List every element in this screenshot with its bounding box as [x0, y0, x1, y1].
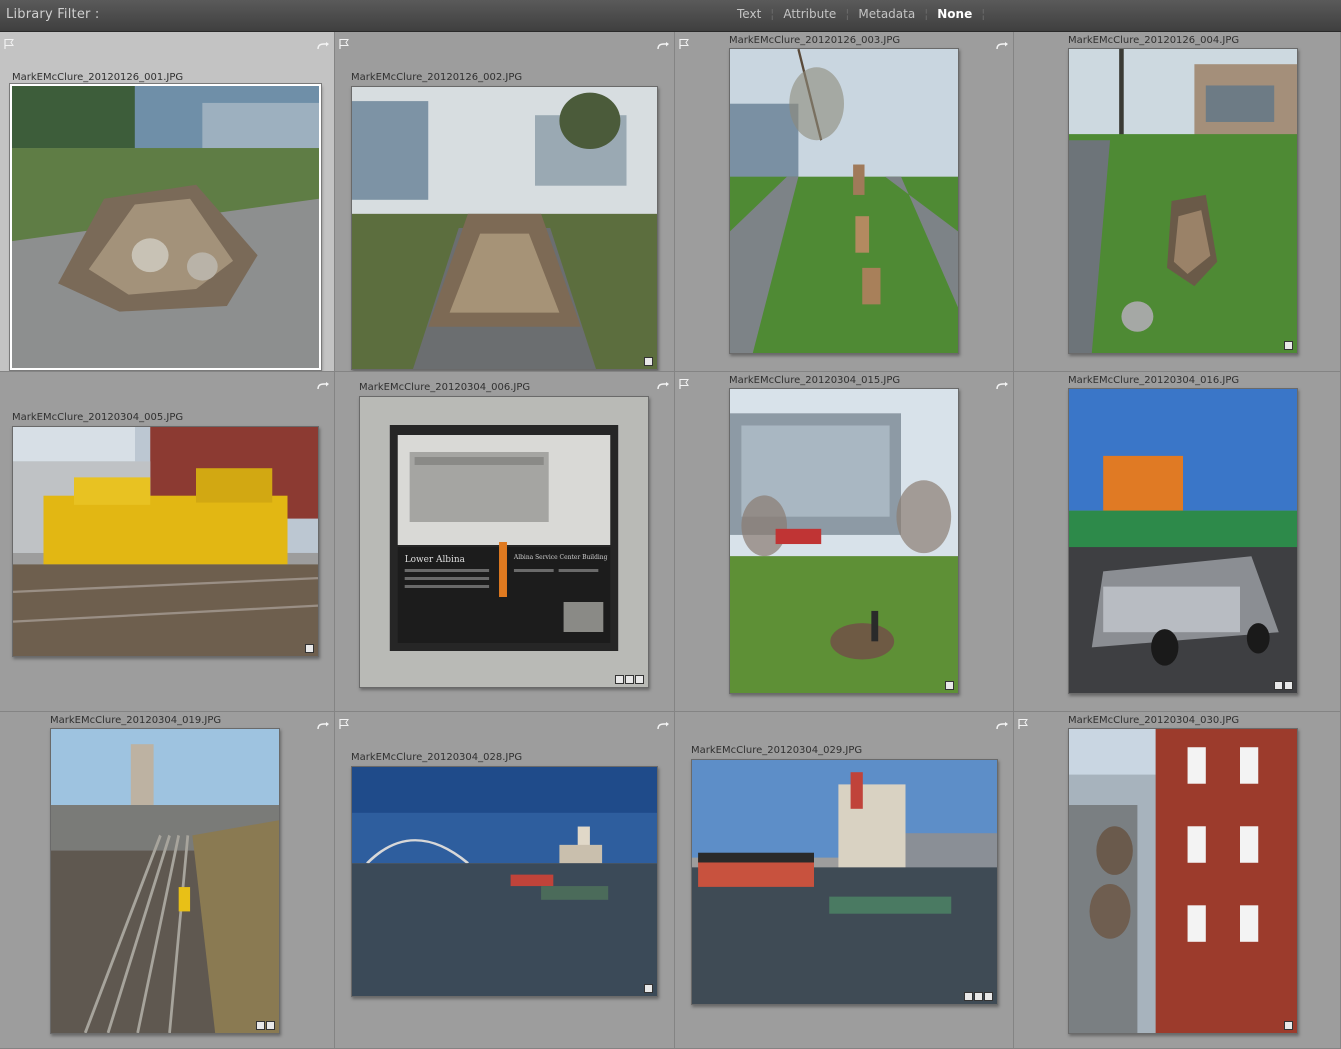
thumbnail-image[interactable] [351, 766, 658, 997]
metadata-badge-icon[interactable] [1274, 681, 1283, 690]
flag-icon[interactable] [338, 35, 350, 49]
library-filter-title: Library Filter : [6, 7, 100, 22]
filter-tabs: Text ¦ Attribute ¦ Metadata ¦ None ¦ [728, 7, 985, 21]
thumbnail-cell[interactable]: MarkEMcClure_20120304_015.JPG [675, 372, 1014, 712]
rotate-icon[interactable] [656, 377, 670, 390]
thumbnail-grid: MarkEMcClure_20120126_001.JPG MarkEMcClu… [0, 32, 1341, 1049]
rotate-icon[interactable] [656, 717, 670, 730]
thumbnail-filename: MarkEMcClure_20120304_030.JPG [1068, 715, 1240, 726]
thumbnail-image[interactable] [12, 426, 319, 657]
flag-icon[interactable] [338, 715, 350, 729]
filter-tab-none[interactable]: None [928, 7, 981, 21]
thumbnail-cell[interactable]: MarkEMcClure_20120126_001.JPG [0, 32, 335, 372]
metadata-badge-icon[interactable] [256, 1021, 265, 1030]
thumbnail-cell[interactable]: MarkEMcClure_20120304_006.JPG Lower Albi… [335, 372, 675, 712]
rotate-icon[interactable] [656, 37, 670, 50]
metadata-badges [1284, 341, 1293, 350]
metadata-badge-icon[interactable] [1284, 341, 1293, 350]
metadata-badge-icon[interactable] [1284, 681, 1293, 690]
thumbnail-image[interactable] [1068, 388, 1298, 694]
thumbnail-cell[interactable]: MarkEMcClure_20120304_029.JPG [675, 712, 1014, 1049]
thumbnail-filename: MarkEMcClure_20120304_006.JPG [359, 382, 531, 393]
filter-tab-text[interactable]: Text [728, 7, 770, 21]
metadata-badge-icon[interactable] [945, 681, 954, 690]
thumbnail-filename: MarkEMcClure_20120126_002.JPG [351, 72, 523, 83]
metadata-badges [1274, 681, 1293, 690]
rotate-icon[interactable] [316, 717, 330, 730]
rotate-icon[interactable] [995, 377, 1009, 390]
metadata-badge-icon[interactable] [644, 357, 653, 366]
thumbnail-image[interactable] [50, 728, 280, 1034]
thumbnail-image[interactable] [729, 388, 959, 694]
thumbnail-filename: MarkEMcClure_20120126_001.JPG [12, 72, 184, 83]
filter-separator: ¦ [981, 7, 986, 21]
metadata-badges [644, 984, 653, 993]
thumbnail-filename: MarkEMcClure_20120304_029.JPG [691, 745, 863, 756]
metadata-badges [615, 675, 644, 684]
sign-heading: Lower Albina [405, 555, 466, 565]
thumbnail-image[interactable] [1068, 48, 1298, 354]
thumbnail-image[interactable]: Lower Albina Albina Service Center Build… [359, 396, 649, 688]
thumbnail-cell[interactable]: MarkEMcClure_20120304_016.JPG [1014, 372, 1341, 712]
thumbnail-filename: MarkEMcClure_20120304_019.JPG [50, 715, 222, 726]
rotate-icon[interactable] [995, 717, 1009, 730]
thumbnail-image[interactable] [691, 759, 998, 1005]
thumbnail-cell[interactable]: MarkEMcClure_20120304_030.JPG [1014, 712, 1341, 1049]
flag-icon[interactable] [678, 375, 690, 389]
thumbnail-filename: MarkEMcClure_20120304_015.JPG [729, 375, 901, 386]
thumbnail-filename: MarkEMcClure_20120304_005.JPG [12, 412, 184, 423]
metadata-badge-icon[interactable] [305, 644, 314, 653]
flag-icon[interactable] [678, 35, 690, 49]
thumbnail-cell[interactable]: MarkEMcClure_20120126_003.JPG [675, 32, 1014, 372]
flag-icon[interactable] [3, 35, 15, 49]
metadata-badges [305, 644, 314, 653]
thumbnail-cell[interactable]: MarkEMcClure_20120304_019.JPG [0, 712, 335, 1049]
metadata-badge-icon[interactable] [964, 992, 973, 1001]
metadata-badges [1284, 1021, 1293, 1030]
metadata-badges [256, 1021, 275, 1030]
rotate-icon[interactable] [316, 37, 330, 50]
metadata-badge-icon[interactable] [644, 984, 653, 993]
thumbnail-image[interactable] [729, 48, 959, 354]
metadata-badges [945, 681, 954, 690]
thumbnail-image[interactable] [351, 86, 658, 370]
sign-subheading: Albina Service Center Building [513, 554, 608, 561]
filter-tab-metadata[interactable]: Metadata [849, 7, 924, 21]
metadata-badge-icon[interactable] [266, 1021, 275, 1030]
rotate-icon[interactable] [995, 37, 1009, 50]
metadata-badge-icon[interactable] [635, 675, 644, 684]
library-filter-bar: Library Filter : Text ¦ Attribute ¦ Meta… [0, 0, 1341, 32]
metadata-badge-icon[interactable] [625, 675, 634, 684]
thumbnail-cell[interactable]: MarkEMcClure_20120304_028.JPG [335, 712, 675, 1049]
thumbnail-cell[interactable]: MarkEMcClure_20120126_004.JPG [1014, 32, 1341, 372]
thumbnail-cell[interactable]: MarkEMcClure_20120304_005.JPG [0, 372, 335, 712]
flag-icon[interactable] [1017, 715, 1029, 729]
thumbnail-image[interactable] [9, 83, 322, 371]
metadata-badge-icon[interactable] [984, 992, 993, 1001]
thumbnail-filename: MarkEMcClure_20120126_003.JPG [729, 35, 901, 46]
metadata-badges [964, 992, 993, 1001]
metadata-badge-icon[interactable] [1284, 1021, 1293, 1030]
metadata-badges [644, 357, 653, 366]
rotate-icon[interactable] [316, 377, 330, 390]
metadata-badge-icon[interactable] [974, 992, 983, 1001]
thumbnail-image[interactable] [1068, 728, 1298, 1034]
filter-tab-attribute[interactable]: Attribute [774, 7, 845, 21]
thumbnail-filename: MarkEMcClure_20120126_004.JPG [1068, 35, 1240, 46]
thumbnail-cell[interactable]: MarkEMcClure_20120126_002.JPG [335, 32, 675, 372]
thumbnail-filename: MarkEMcClure_20120304_028.JPG [351, 752, 523, 763]
metadata-badge-icon[interactable] [615, 675, 624, 684]
thumbnail-filename: MarkEMcClure_20120304_016.JPG [1068, 375, 1240, 386]
